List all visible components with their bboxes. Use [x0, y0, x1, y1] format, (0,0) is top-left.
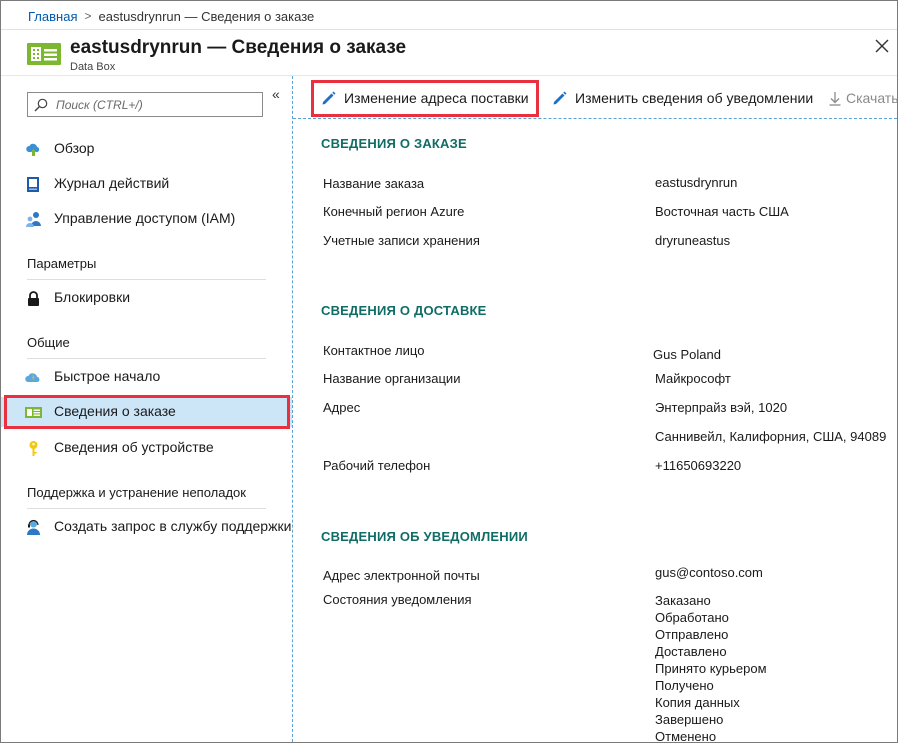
- sidebar-item-label: Блокировки: [54, 289, 131, 305]
- sidebar: « Обзор Журнал действий: [1, 76, 292, 742]
- status-item: Отменено: [655, 729, 717, 743]
- activity-log-icon: [27, 177, 39, 192]
- order-name-label: Название заказа: [323, 176, 425, 191]
- phone-label: Рабочий телефон: [323, 458, 431, 473]
- sidebar-item-label: Сведения об устройстве: [54, 439, 214, 455]
- breadcrumb-current: eastusdrynrun — Сведения о заказе: [98, 8, 315, 24]
- status-item: Получено: [655, 678, 714, 693]
- contact-label: Контактное лицо: [323, 343, 425, 358]
- company-value: Майкрософт: [655, 371, 731, 386]
- download-label: Скачать: [846, 90, 898, 106]
- section-header-support: Поддержка и устранение неполадок: [27, 485, 246, 500]
- storage-accounts-label: Учетные записи хранения: [323, 233, 480, 248]
- page-title: eastusdrynrun — Сведения о заказе: [70, 37, 407, 58]
- status-item: Обработано: [655, 610, 729, 625]
- sidebar-item-overview[interactable]: Обзор: [1, 134, 292, 164]
- search-input[interactable]: [56, 97, 246, 112]
- iam-icon: [26, 212, 41, 227]
- status-item: Завершено: [655, 712, 724, 727]
- collapse-sidebar-button[interactable]: «: [272, 86, 280, 102]
- sidebar-search[interactable]: [27, 92, 263, 117]
- sidebar-item-label: Сведения о заказе: [54, 403, 176, 419]
- section-title-shipping: СВЕДЕНИЯ О ДОСТАВКЕ: [321, 303, 487, 318]
- sidebar-item-iam[interactable]: Управление доступом (IAM): [1, 204, 292, 234]
- notification-status-label: Состояния уведомления: [323, 592, 472, 607]
- address-line1-value: Энтерпрайз вэй, 1020: [655, 400, 788, 415]
- breadcrumb-separator: >: [84, 9, 92, 23]
- order-details-icon: [25, 407, 42, 418]
- status-item: Отправлено: [655, 627, 729, 642]
- section-divider: [27, 279, 266, 280]
- sidebar-item-support-request[interactable]: Создать запрос в службу поддержки: [1, 512, 292, 542]
- phone-value: +11650693220: [655, 458, 742, 473]
- search-icon: [34, 98, 48, 111]
- sidebar-item-quickstart[interactable]: Быстрое начало: [1, 362, 292, 392]
- address-line2-value: Саннивейл, Калифорния, США, 94089: [655, 429, 887, 444]
- sidebar-item-label: Журнал действий: [54, 175, 170, 191]
- section-divider: [27, 358, 266, 359]
- sidebar-item-label: Быстрое начало: [54, 368, 161, 384]
- pencil-icon: [553, 91, 567, 104]
- support-icon: [27, 519, 40, 535]
- edit-notification-button[interactable]: Изменить сведения об уведомлении: [551, 88, 813, 108]
- sidebar-item-label: Создать запрос в службу поддержки: [54, 518, 292, 534]
- lock-icon: [28, 291, 39, 306]
- download-icon: [829, 91, 841, 106]
- address-label: Адрес: [323, 400, 361, 415]
- section-header-general: Общие: [27, 335, 70, 350]
- sidebar-item-order-details[interactable]: Сведения о заказе: [1, 397, 292, 427]
- app-window: Главная > eastusdrynrun — Сведения о зак…: [0, 0, 898, 743]
- breadcrumb-home-link[interactable]: Главная: [28, 9, 77, 24]
- key-icon: [29, 441, 38, 456]
- email-label: Адрес электронной почты: [323, 568, 480, 583]
- data-box-icon: [27, 43, 61, 65]
- overview-icon: [26, 143, 40, 156]
- section-divider: [27, 508, 266, 509]
- command-bar: Изменение адреса поставки Изменить сведе…: [293, 76, 897, 119]
- pencil-icon: [322, 91, 336, 104]
- azure-region-value: Восточная часть США: [655, 204, 789, 219]
- storage-accounts-value: dryruneastus: [655, 233, 731, 248]
- quickstart-icon: [25, 373, 40, 382]
- page-subtitle: Data Box: [70, 61, 116, 73]
- sidebar-item-locks[interactable]: Блокировки: [1, 283, 292, 313]
- sidebar-item-activity-log[interactable]: Журнал действий: [1, 169, 292, 199]
- section-title-notification: СВЕДЕНИЯ ОБ УВЕДОМЛЕНИИ: [321, 529, 528, 544]
- section-header-params: Параметры: [27, 256, 97, 271]
- download-button[interactable]: Скачать: [828, 88, 898, 108]
- edit-shipping-address-button[interactable]: Изменение адреса поставки: [320, 88, 529, 108]
- close-icon[interactable]: [873, 37, 891, 55]
- status-item: Доставлено: [655, 644, 727, 659]
- email-value: gus@contoso.com: [655, 565, 763, 580]
- sidebar-item-device-details[interactable]: Сведения об устройстве: [1, 433, 292, 463]
- blade-divider: [292, 76, 293, 742]
- section-title-order: СВЕДЕНИЯ О ЗАКАЗЕ: [321, 136, 467, 151]
- status-item: Копия данных: [655, 695, 740, 710]
- breadcrumb: Главная > eastusdrynrun — Сведения о зак…: [28, 7, 314, 25]
- status-item: Заказано: [655, 593, 711, 608]
- company-label: Название организации: [323, 371, 461, 386]
- command-bar-divider: [293, 118, 897, 119]
- sidebar-item-label: Управление доступом (IAM): [54, 210, 236, 226]
- azure-region-label: Конечный регион Azure: [323, 204, 465, 219]
- breadcrumb-divider: [1, 29, 897, 30]
- status-item: Принято курьером: [655, 661, 767, 676]
- order-name-value: eastusdrynrun: [655, 175, 738, 190]
- edit-notification-label: Изменить сведения об уведомлении: [575, 90, 814, 106]
- sidebar-item-label: Обзор: [54, 140, 95, 156]
- edit-shipping-address-label: Изменение адреса поставки: [344, 90, 529, 106]
- contact-value: Gus Poland: [653, 347, 721, 362]
